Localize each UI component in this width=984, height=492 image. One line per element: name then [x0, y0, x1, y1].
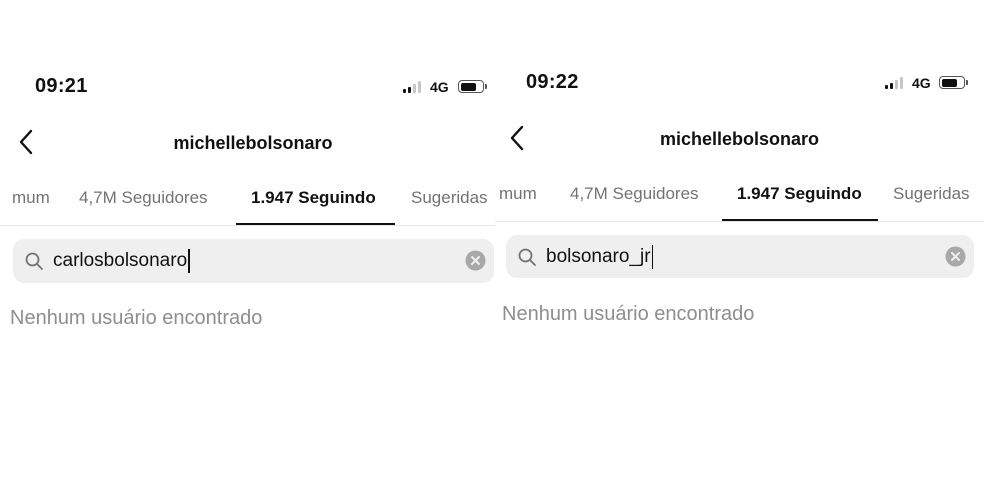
- tabs-divider: [0, 224, 495, 226]
- clear-search-icon[interactable]: [465, 250, 486, 271]
- search-icon: [517, 247, 537, 267]
- no-results-message: Nenhum usuário encontrado: [502, 303, 755, 325]
- cellular-signal-icon: [885, 77, 903, 89]
- no-results-message: Nenhum usuário encontrado: [10, 307, 263, 329]
- search-input[interactable]: bolsonaro_jr: [546, 246, 651, 268]
- profile-username-title: michellebolsonaro: [659, 129, 820, 149]
- tab-following[interactable]: 1.947 Seguindo: [737, 184, 862, 204]
- screenshot-right: 09:22 4G michellebolsonaro mum 4,7M Segu…: [495, 0, 984, 492]
- tab-suggested[interactable]: Sugeridas: [893, 184, 970, 204]
- active-tab-indicator: [722, 219, 878, 221]
- tab-truncated[interactable]: mum: [499, 184, 537, 204]
- text-cursor: [188, 249, 190, 273]
- search-bar[interactable]: carlosbolsonaro: [13, 239, 494, 283]
- tab-truncated[interactable]: mum: [12, 188, 50, 208]
- text-cursor: [651, 245, 654, 269]
- search-input[interactable]: carlosbolsonaro: [53, 250, 187, 272]
- battery-icon: [939, 76, 968, 89]
- status-time: 09:21: [35, 75, 88, 97]
- cellular-signal-icon: [403, 81, 421, 93]
- tab-suggested[interactable]: Sugeridas: [411, 188, 488, 208]
- network-type-label: 4G: [430, 79, 449, 95]
- search-bar[interactable]: bolsonaro_jr: [506, 235, 974, 278]
- battery-level-fill: [460, 82, 476, 91]
- search-icon: [24, 251, 44, 271]
- battery-icon: [458, 80, 487, 93]
- tab-followers[interactable]: 4,7M Seguidores: [570, 184, 699, 204]
- status-time: 09:22: [526, 71, 579, 93]
- tab-followers[interactable]: 4,7M Seguidores: [79, 188, 208, 208]
- screenshot-left: 09:21 4G michellebolsonaro mum 4,7M Segu…: [0, 0, 495, 492]
- active-tab-indicator: [236, 223, 395, 225]
- tabs-divider: [495, 220, 984, 222]
- network-type-label: 4G: [912, 75, 931, 91]
- profile-username-title: michellebolsonaro: [173, 133, 333, 153]
- tab-following[interactable]: 1.947 Seguindo: [251, 188, 376, 208]
- clear-search-icon[interactable]: [945, 246, 966, 267]
- battery-level-fill: [941, 78, 957, 87]
